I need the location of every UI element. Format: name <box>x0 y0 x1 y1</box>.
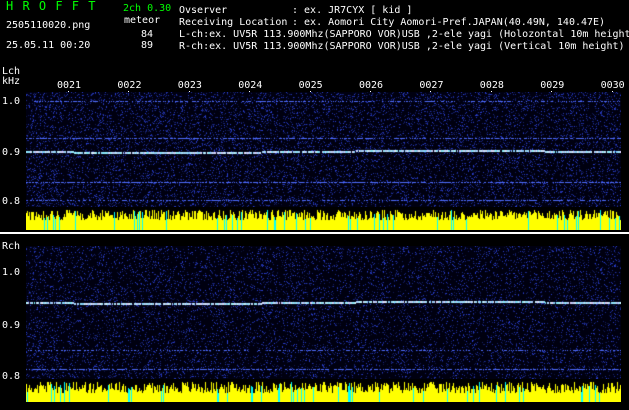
rch-label: Rch <box>2 241 21 252</box>
lch-ytick-2: 0.9 <box>2 147 21 158</box>
rch-panel <box>26 246 621 402</box>
app-title: H R O F F T <box>6 0 97 13</box>
lch-activity-bars <box>26 207 621 230</box>
header: H R O F F T 2ch 0.30 2505110020.png mete… <box>0 0 629 60</box>
datetime: 25.05.11 00:20 <box>6 40 91 51</box>
rch-activity-bars <box>26 379 621 402</box>
time-label-0025: 0025 <box>298 80 323 91</box>
lch-ytick-1: 1.0 <box>2 96 21 107</box>
time-label-0028: 0028 <box>479 80 504 91</box>
lch-spectrogram <box>26 92 621 207</box>
rch-ytick-1: 1.0 <box>2 267 21 278</box>
time-label-0021: 0021 <box>57 80 82 91</box>
observer-label: Ovserver <box>179 5 228 16</box>
time-label-0030: 0030 <box>600 80 625 91</box>
time-label-0024: 0024 <box>238 80 263 91</box>
rch-ytick-3: 0.8 <box>2 371 21 382</box>
time-label-0022: 0022 <box>117 80 142 91</box>
lch-ytick-3: 0.8 <box>2 196 21 207</box>
channel-separator <box>0 232 629 234</box>
lch-panel <box>26 92 621 230</box>
rch-spectrogram <box>26 246 621 379</box>
mode-label: meteor <box>124 15 161 26</box>
lch-unit: kHz <box>2 76 21 87</box>
time-label-0023: 0023 <box>177 80 202 91</box>
location-label: Receiving Location <box>179 17 288 28</box>
rch-ytick-2: 0.9 <box>2 320 21 331</box>
time-label-0029: 0029 <box>540 80 565 91</box>
rch-info: R-ch:ex. UV5R 113.900Mhz(SAPPORO VOR)USB… <box>179 41 625 52</box>
location-value: : ex. Aomori City Aomori-Pref.JAPAN(40.4… <box>292 17 606 28</box>
lch-count: 84 <box>141 29 154 40</box>
rch-count: 89 <box>141 40 154 51</box>
time-label-0027: 0027 <box>419 80 444 91</box>
observer-value: : ex. JR7CYX [ kid ] <box>292 5 413 16</box>
time-label-0026: 0026 <box>359 80 384 91</box>
lch-info: L-ch:ex. UV5R 113.900Mhz(SAPPORO VOR)USB… <box>179 29 629 40</box>
app-version: 2ch 0.30 <box>123 3 172 14</box>
filename: 2505110020.png <box>6 20 91 31</box>
